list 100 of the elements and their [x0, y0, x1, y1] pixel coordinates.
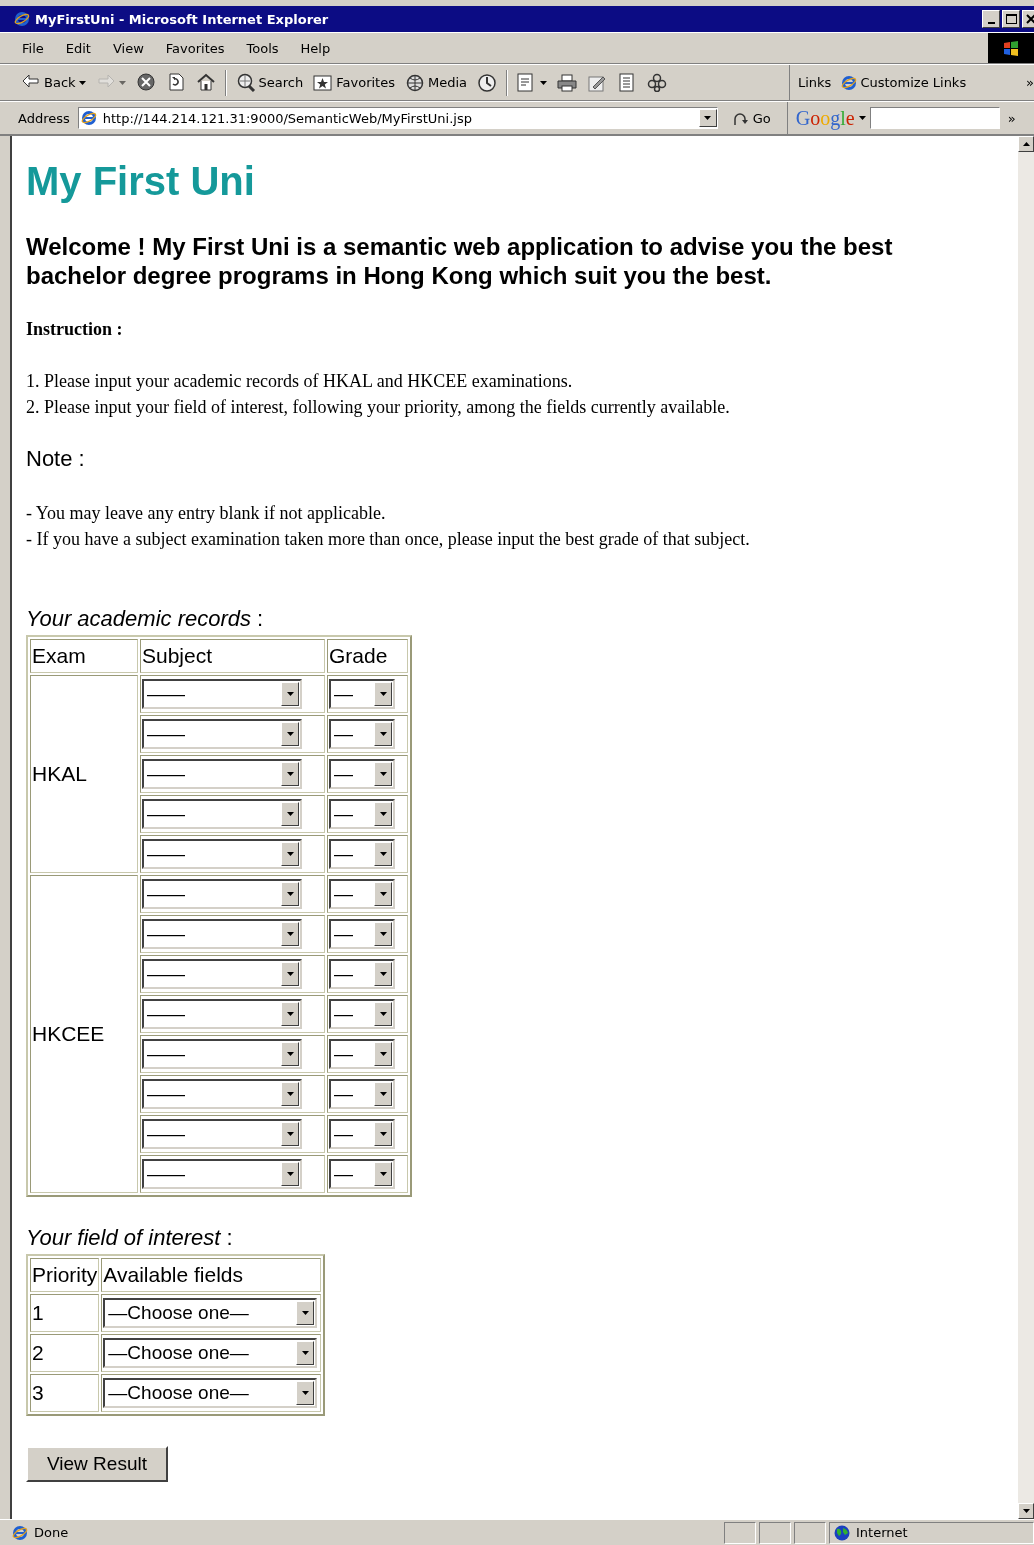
subject-select[interactable]: —— [142, 1119, 302, 1149]
edit-icon [587, 73, 607, 92]
print-button[interactable] [554, 71, 580, 94]
caret-icon [379, 1132, 387, 1136]
browser-icon [14, 11, 30, 27]
view-result-button[interactable]: View Result [26, 1446, 168, 1482]
welcome-text: Welcome ! My First Uni is a semantic web application to advise you the best bachelor degree programs in Hong Kong which suit you the best. [26, 232, 894, 290]
subject-select[interactable]: —— [142, 999, 302, 1029]
caret-icon [379, 1172, 387, 1176]
grade-select[interactable]: — [329, 679, 395, 709]
printer-icon [557, 73, 577, 92]
grade-select[interactable]: — [329, 759, 395, 789]
priority-cell: 2 [30, 1334, 100, 1372]
minimize-icon [987, 22, 995, 24]
subject-select[interactable]: —— [142, 1079, 302, 1109]
zone-text: Internet [856, 1525, 908, 1540]
caret-icon [286, 1092, 294, 1096]
links-label: Links [798, 75, 832, 90]
grade-select[interactable]: — [329, 719, 395, 749]
grade-select[interactable]: — [329, 999, 395, 1029]
address-field[interactable]: http://144.214.121.31:9000/SemanticWeb/MyFirstUni.jsp [77, 107, 718, 129]
caret-icon [286, 1172, 294, 1176]
caret-icon [379, 932, 387, 936]
grade-select[interactable]: — [329, 1039, 395, 1069]
field-select[interactable]: —Choose one— [103, 1378, 318, 1408]
subject-select[interactable]: —— [142, 799, 302, 829]
mail-button[interactable] [514, 71, 550, 94]
chevron-button[interactable]: » [1007, 110, 1016, 126]
column-header: Grade [327, 639, 408, 673]
caret-icon [286, 1012, 294, 1016]
grade-select[interactable]: — [329, 1159, 395, 1189]
menu-item[interactable]: Favorites [157, 40, 233, 56]
favorites-button[interactable]: Favorites [310, 71, 398, 94]
caret-icon [379, 1092, 387, 1096]
grade-select[interactable]: — [329, 879, 395, 909]
caret-icon [286, 772, 294, 776]
search-logo[interactable]: Google [795, 106, 855, 130]
caret-icon [286, 732, 294, 736]
throbber-icon [988, 33, 1034, 63]
search-field[interactable] [869, 107, 1000, 129]
chevron-button[interactable]: » [1026, 75, 1034, 90]
status-pane [759, 1521, 791, 1544]
subject-select[interactable]: —— [142, 719, 302, 749]
caret-icon [379, 772, 387, 776]
caret-icon [704, 116, 712, 120]
arrow-icon [731, 110, 750, 126]
maximize-button[interactable] [1002, 10, 1020, 28]
grade-select[interactable]: — [329, 1119, 395, 1149]
go-button[interactable]: Go [731, 110, 771, 126]
subject-select[interactable]: —— [142, 1159, 302, 1189]
subject-select[interactable]: —— [142, 679, 302, 709]
note-text: - If you have a subject examination taken more than once, please input the best grade of that subject. [26, 528, 751, 551]
column-header: Exam [30, 639, 138, 673]
menu-item[interactable]: View [104, 40, 152, 56]
flower-icon [647, 73, 667, 92]
note-text: - You may leave any entry blank if not applicable. [26, 502, 387, 525]
grade-select[interactable]: — [329, 919, 395, 949]
arrow-down-icon[interactable] [1022, 1509, 1030, 1513]
page-heading: My First Uni [26, 158, 256, 205]
field-select[interactable]: —Choose one— [103, 1298, 318, 1328]
caret-icon[interactable] [858, 116, 866, 120]
dropdown-button[interactable] [698, 109, 717, 127]
caret-icon [286, 1052, 294, 1056]
globe-icon [404, 73, 425, 92]
grade-select[interactable]: — [329, 1079, 395, 1109]
close-icon [1025, 13, 1034, 25]
caret-icon [286, 692, 294, 696]
caret-icon [286, 932, 294, 936]
menu-item[interactable]: Edit [57, 40, 99, 56]
grade-select[interactable]: — [329, 799, 395, 829]
caret-icon [286, 892, 294, 896]
caret-icon [379, 1052, 387, 1056]
media-button[interactable]: Media [401, 71, 470, 94]
subject-select[interactable]: —— [142, 959, 302, 989]
caret-icon [301, 1351, 309, 1355]
arrow-up-icon[interactable] [1022, 142, 1030, 146]
menu-item[interactable]: Help [292, 40, 339, 56]
grade-select[interactable]: — [329, 839, 395, 869]
clock-icon [477, 73, 497, 92]
subject-select[interactable]: —— [142, 1039, 302, 1069]
caret-icon [379, 812, 387, 816]
menu-item[interactable]: File [14, 40, 52, 56]
address-label: Address [18, 110, 70, 126]
menu-item[interactable]: Tools [238, 40, 287, 56]
grade-select[interactable]: — [329, 959, 395, 989]
search-button[interactable]: Search [232, 71, 307, 94]
subject-select[interactable]: —— [142, 759, 302, 789]
field-select[interactable]: —Choose one— [103, 1338, 318, 1368]
caret-icon [78, 80, 86, 85]
link[interactable]: Customize Links [841, 74, 967, 91]
subject-select[interactable]: —— [142, 919, 302, 949]
scrollbar[interactable] [1018, 136, 1034, 1519]
window-title: MyFirstUni - Microsoft Internet Explorer [35, 11, 330, 27]
subject-select[interactable]: —— [142, 839, 302, 869]
minimize-button[interactable] [982, 10, 1000, 28]
back-button[interactable]: Back [18, 71, 89, 94]
maximize-icon [1005, 13, 1017, 25]
instruction-text: 1. Please input your academic records of HKAL and HKCEE examinations. [26, 370, 574, 393]
subject-select[interactable]: —— [142, 879, 302, 909]
globe-icon [834, 1524, 850, 1541]
